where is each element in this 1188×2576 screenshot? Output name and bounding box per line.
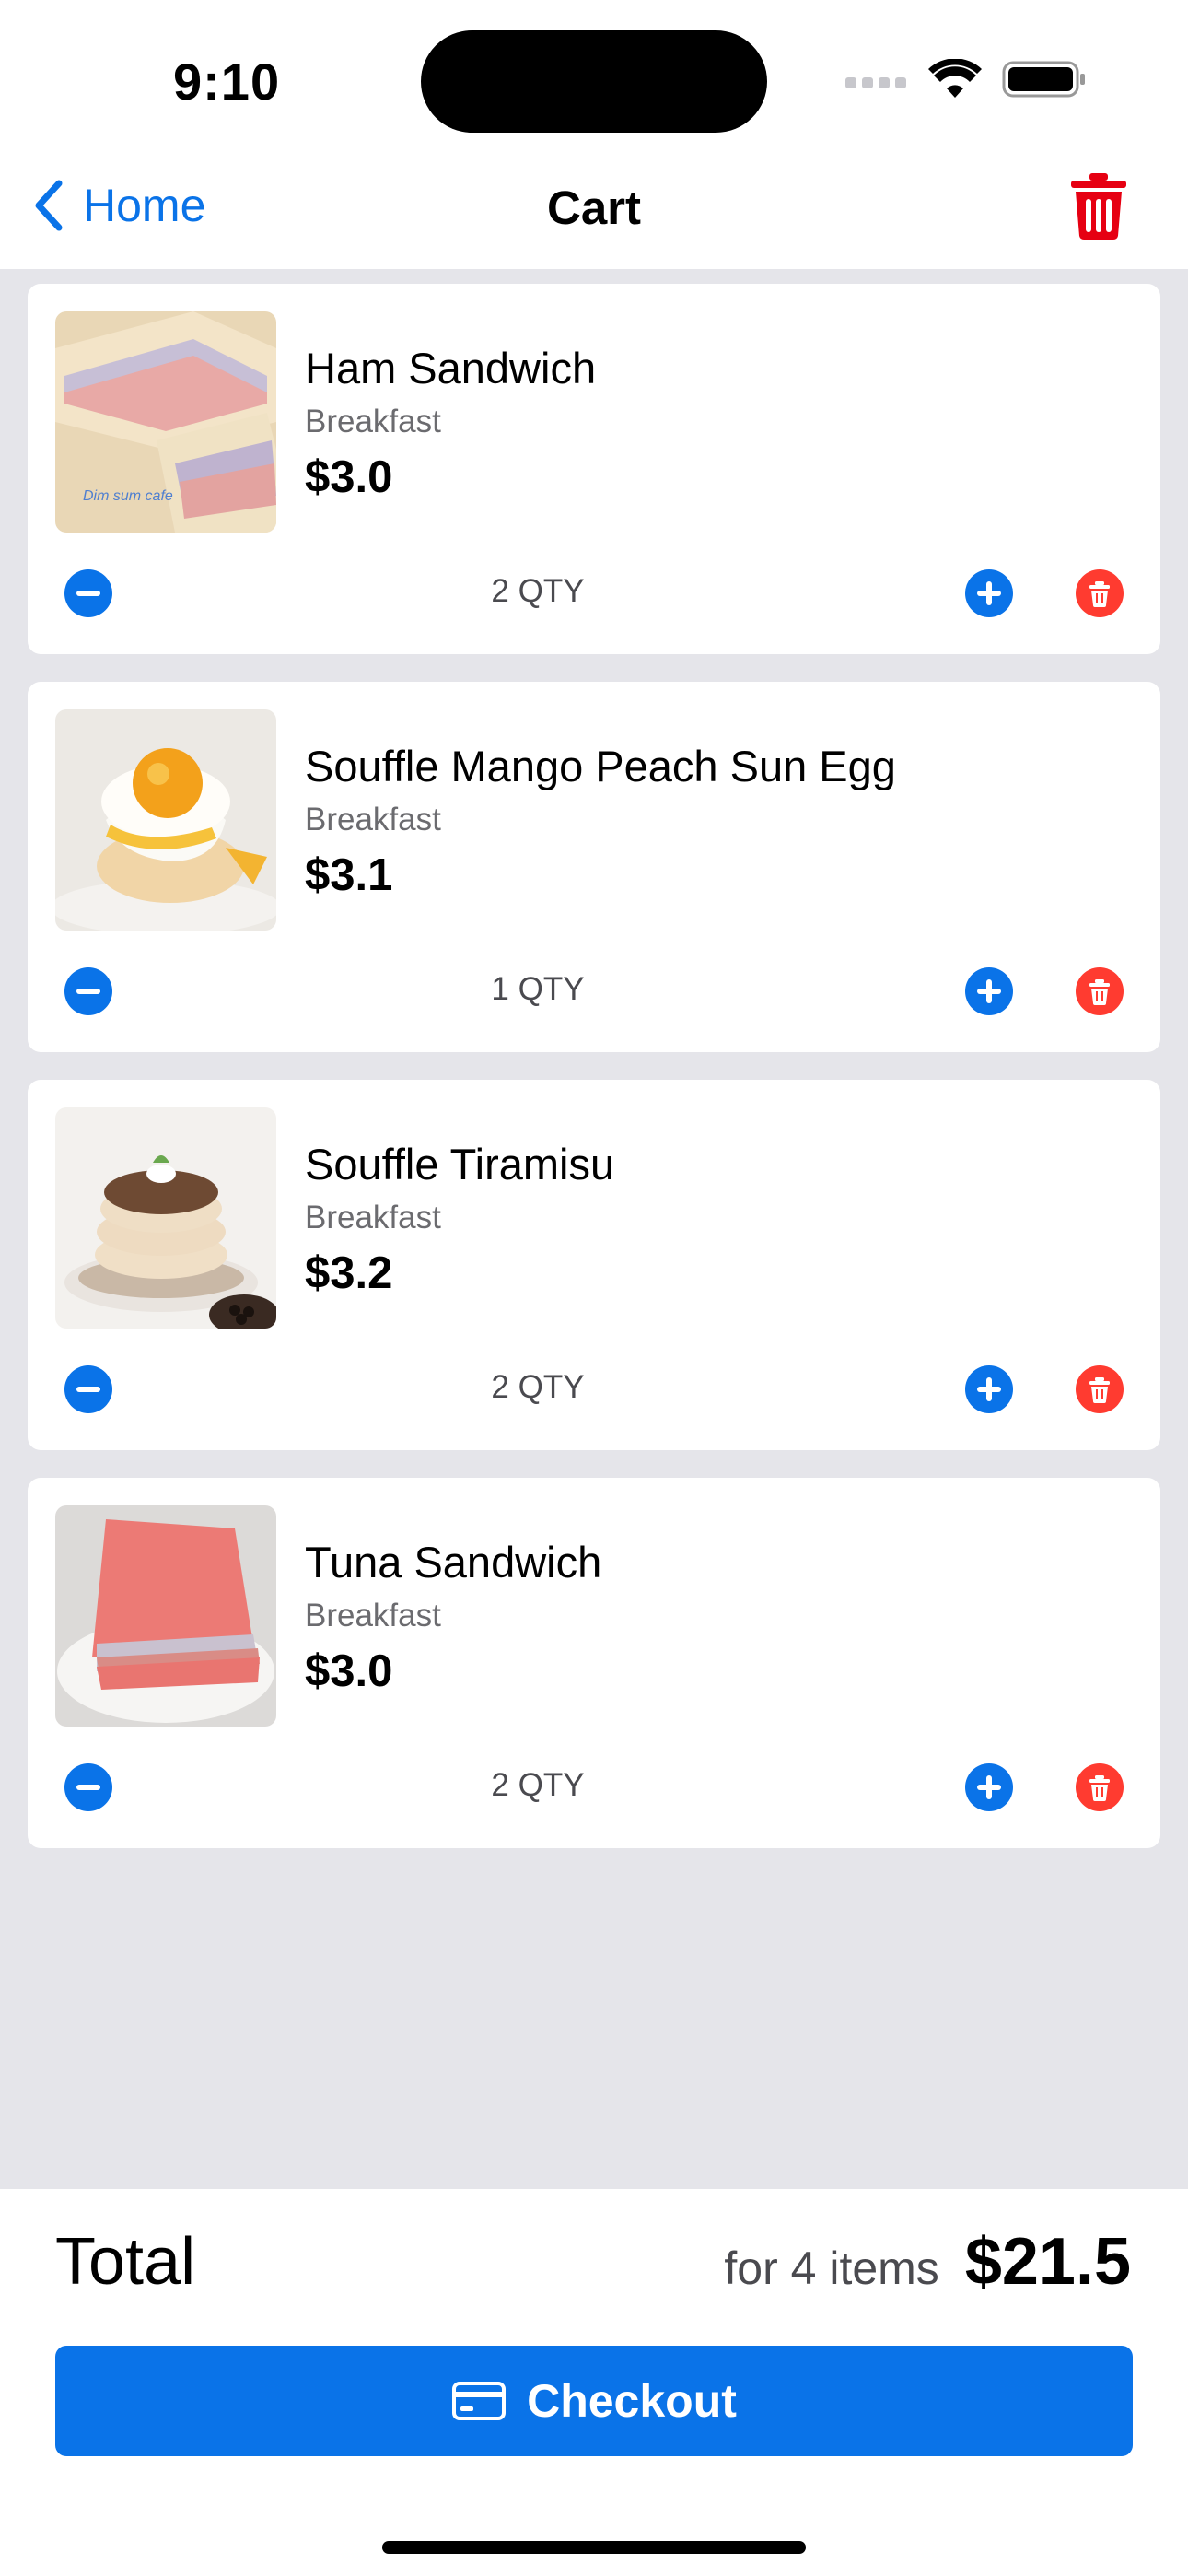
total-summary: for 4 items $21.5 (724, 2224, 1131, 2300)
total-amount: $21.5 (964, 2225, 1131, 2299)
item-price: $3.0 (305, 1646, 393, 1696)
item-category: Breakfast (305, 404, 441, 439)
cart-item: Souffle Mango Peach Sun Egg Breakfast $3… (28, 682, 1160, 1052)
items-count-text: for 4 items (724, 2242, 939, 2294)
item-quantity: 2 QTY (491, 573, 585, 609)
cart-item: Dim sum cafe Ham Sandwich Breakfast $3.0… (28, 284, 1160, 654)
checkout-button-label: Checkout (527, 2375, 737, 2427)
cellular-signal-icon (845, 77, 906, 88)
tuna-sandwich-photo (55, 1505, 276, 1727)
increase-qty-button[interactable] (965, 1365, 1013, 1413)
ham-sandwich-photo: Dim sum cafe (55, 311, 276, 533)
remove-item-trash-icon[interactable] (1076, 967, 1124, 1015)
checkout-button[interactable]: Checkout (55, 2346, 1133, 2456)
souffle-mango-photo (55, 709, 276, 931)
battery-icon (1002, 61, 1085, 98)
item-quantity: 2 QTY (491, 1767, 585, 1803)
wifi-icon (928, 59, 982, 98)
item-category: Breakfast (305, 1598, 441, 1633)
item-quantity: 2 QTY (491, 1369, 585, 1405)
cart-list: Dim sum cafe Ham Sandwich Breakfast $3.0… (28, 284, 1160, 1876)
item-price: $3.1 (305, 850, 393, 900)
top-bar: 9:10 Home Cart (0, 0, 1188, 269)
checkout-panel: Total for 4 items $21.5 Checkout (0, 2189, 1188, 2576)
item-price: $3.0 (305, 452, 393, 502)
status-time: 9:10 (173, 53, 281, 111)
increase-qty-button[interactable] (965, 569, 1013, 617)
dynamic-island (421, 30, 767, 133)
remove-item-trash-icon[interactable] (1076, 1763, 1124, 1811)
home-indicator (382, 2541, 806, 2554)
item-name: Tuna Sandwich (305, 1538, 602, 1587)
ham-sandwich-photo-text: Dim sum cafe (83, 488, 173, 504)
remove-item-trash-icon[interactable] (1076, 569, 1124, 617)
status-icons (845, 59, 1087, 100)
increase-qty-button[interactable] (965, 1763, 1013, 1811)
souffle-tiramisu-photo (55, 1107, 276, 1329)
item-price: $3.2 (305, 1248, 393, 1298)
increase-qty-button[interactable] (965, 967, 1013, 1015)
credit-card-icon (452, 2382, 507, 2420)
item-quantity: 1 QTY (491, 971, 585, 1007)
item-category: Breakfast (305, 1200, 441, 1235)
item-name: Ham Sandwich (305, 344, 597, 392)
cart-item: Souffle Tiramisu Breakfast $3.2 2 QTY (28, 1080, 1160, 1450)
item-name: Souffle Mango Peach Sun Egg (305, 742, 896, 790)
page-title: Cart (546, 181, 642, 234)
item-name: Souffle Tiramisu (305, 1140, 615, 1188)
remove-item-trash-icon[interactable] (1076, 1365, 1124, 1413)
item-category: Breakfast (305, 802, 441, 837)
total-label: Total (55, 2225, 196, 2299)
cart-item: Tuna Sandwich Breakfast $3.0 2 QTY (28, 1478, 1160, 1848)
clear-cart-trash-icon[interactable] (1069, 171, 1128, 241)
